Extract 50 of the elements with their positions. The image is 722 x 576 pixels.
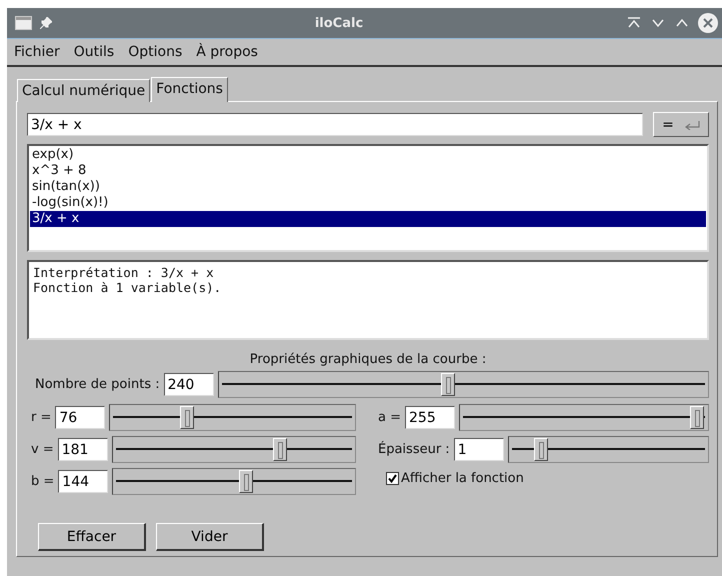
slider-thumb[interactable] — [180, 406, 194, 429]
expression-field[interactable]: 3/x + x — [27, 113, 643, 136]
slider[interactable] — [109, 404, 356, 431]
menu-item[interactable]: Options — [128, 43, 182, 61]
slider[interactable] — [508, 436, 709, 463]
value-field[interactable]: 181 — [58, 438, 108, 461]
field-label: Nombre de points : — [35, 377, 160, 392]
value-field[interactable]: 1 — [454, 438, 504, 461]
slider[interactable] — [112, 436, 356, 463]
slider[interactable] — [112, 468, 356, 495]
checkbox-label: Afficher la fonction — [401, 471, 524, 486]
return-icon — [684, 120, 700, 130]
evaluate-button[interactable]: = — [653, 112, 709, 137]
function-item[interactable]: 3/x + x — [30, 211, 706, 227]
slider[interactable] — [218, 371, 709, 398]
output-line: Interprétation : 3/x + x — [33, 265, 215, 280]
slider-thumb[interactable] — [534, 438, 548, 461]
output-line: Fonction à 1 variable(s). — [33, 280, 222, 295]
slider-thumb[interactable] — [690, 406, 704, 429]
field-label: b = — [31, 474, 54, 489]
menu-item[interactable]: À propos — [196, 43, 258, 61]
menu-item[interactable]: Fichier — [14, 43, 60, 61]
function-item[interactable]: exp(x) — [30, 147, 706, 163]
slider-thumb[interactable] — [239, 470, 254, 493]
slider[interactable] — [459, 404, 709, 431]
function-item[interactable]: -log(sin(x)!) — [30, 195, 706, 211]
pin-icon[interactable] — [40, 17, 52, 29]
value-field[interactable]: 240 — [164, 373, 214, 396]
close-icon[interactable] — [698, 13, 718, 33]
keep-above-icon[interactable] — [626, 16, 642, 30]
checkbox[interactable] — [386, 472, 399, 485]
field-label: r = — [31, 410, 52, 425]
action-button[interactable]: Effacer — [38, 523, 146, 551]
slider-thumb[interactable] — [272, 438, 287, 461]
action-button[interactable]: Vider — [156, 523, 264, 551]
value-field[interactable]: 255 — [405, 406, 455, 429]
slider-thumb[interactable] — [441, 373, 456, 396]
value-field[interactable]: 144 — [58, 470, 108, 493]
window-title: iloCalc — [314, 16, 364, 30]
field-label: Épaisseur : — [378, 442, 450, 457]
menu-item[interactable]: Outils — [74, 43, 114, 61]
value-field[interactable]: 76 — [55, 406, 106, 429]
window-icon — [15, 16, 32, 30]
function-item[interactable]: sin(tan(x)) — [30, 179, 706, 195]
section-title: Propriétés graphiques de la courbe : — [248, 352, 488, 367]
field-label: v = — [31, 442, 54, 457]
field-label: a = — [378, 410, 401, 425]
function-item[interactable]: x^3 + 8 — [30, 163, 706, 179]
tab[interactable]: Fonctions — [151, 77, 228, 102]
tab[interactable]: Calcul numérique — [17, 79, 150, 102]
